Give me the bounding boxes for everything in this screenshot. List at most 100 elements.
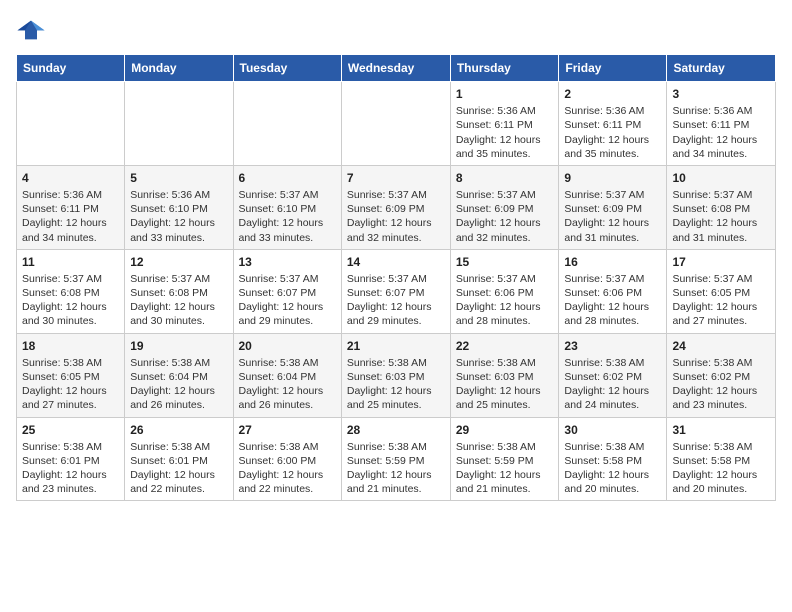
day-info: Sunrise: 5:37 AM [239,188,336,202]
day-info: and 27 minutes. [22,398,119,412]
day-info: and 21 minutes. [347,482,445,496]
day-info: Daylight: 12 hours [347,300,445,314]
day-info: Sunset: 6:04 PM [130,370,227,384]
day-info: Sunset: 6:10 PM [239,202,336,216]
calendar-cell: 12Sunrise: 5:37 AMSunset: 6:08 PMDayligh… [125,249,233,333]
calendar-cell [233,82,341,166]
day-info: Sunset: 5:59 PM [456,454,554,468]
day-info: Daylight: 12 hours [130,384,227,398]
day-info: Daylight: 12 hours [130,300,227,314]
day-info: Sunrise: 5:37 AM [22,272,119,286]
day-info: Sunrise: 5:38 AM [564,440,661,454]
day-info: Sunset: 6:00 PM [239,454,336,468]
day-info: and 26 minutes. [130,398,227,412]
day-info: and 30 minutes. [22,314,119,328]
day-info: Daylight: 12 hours [239,300,336,314]
calendar-cell: 11Sunrise: 5:37 AMSunset: 6:08 PMDayligh… [17,249,125,333]
calendar-cell: 21Sunrise: 5:38 AMSunset: 6:03 PMDayligh… [341,333,450,417]
day-info: and 23 minutes. [22,482,119,496]
column-header-saturday: Saturday [667,55,776,82]
day-info: and 21 minutes. [456,482,554,496]
calendar-cell: 25Sunrise: 5:38 AMSunset: 6:01 PMDayligh… [17,417,125,501]
day-info: Sunrise: 5:37 AM [347,272,445,286]
calendar-cell: 6Sunrise: 5:37 AMSunset: 6:10 PMDaylight… [233,165,341,249]
day-info: Daylight: 12 hours [130,468,227,482]
day-info: Sunset: 6:01 PM [22,454,119,468]
calendar-cell: 30Sunrise: 5:38 AMSunset: 5:58 PMDayligh… [559,417,667,501]
day-info: and 20 minutes. [672,482,770,496]
day-info: Daylight: 12 hours [22,384,119,398]
day-number: 10 [672,170,770,186]
calendar-cell [17,82,125,166]
day-info: Sunrise: 5:36 AM [456,104,554,118]
day-number: 2 [564,86,661,102]
day-info: Daylight: 12 hours [22,216,119,230]
calendar-cell: 27Sunrise: 5:38 AMSunset: 6:00 PMDayligh… [233,417,341,501]
day-info: Sunrise: 5:37 AM [564,188,661,202]
day-info: Sunset: 6:07 PM [347,286,445,300]
day-info: Daylight: 12 hours [456,133,554,147]
logo-icon [16,16,46,44]
day-info: Sunset: 6:09 PM [564,202,661,216]
calendar-cell: 10 Sunrise: 5:37 AMSunset: 6:08 PMDayligh… [667,165,776,249]
day-info: Sunrise: 5:38 AM [130,440,227,454]
calendar-cell: 23Sunrise: 5:38 AMSunset: 6:02 PMDayligh… [559,333,667,417]
day-number: 25 [22,422,119,438]
day-info: Sunset: 6:06 PM [456,286,554,300]
day-info: Sunrise: 5:36 AM [672,104,770,118]
day-info: Sunset: 6:10 PM [130,202,227,216]
day-info: Sunrise: 5:37 AM [672,272,770,286]
day-info: Daylight: 12 hours [239,468,336,482]
calendar-cell: 17Sunrise: 5:37 AMSunset: 6:05 PMDayligh… [667,249,776,333]
day-info: Daylight: 12 hours [672,300,770,314]
day-info: Sunset: 6:08 PM [672,202,770,216]
day-info: Sunset: 6:02 PM [564,370,661,384]
day-info: Sunset: 6:08 PM [22,286,119,300]
day-info: and 31 minutes. [564,231,661,245]
calendar-cell: 2Sunrise: 5:36 AMSunset: 6:11 PMDaylight… [559,82,667,166]
day-info: Sunrise: 5:37 AM [347,188,445,202]
day-info: Daylight: 12 hours [564,468,661,482]
day-number: 4 [22,170,119,186]
day-number: 23 [564,338,661,354]
week-row-1: 1 Sunrise: 5:36 AM Sunset: 6:11 PM Daylight… [17,82,776,166]
day-info: Sunrise: 5:37 AM [672,188,770,202]
day-info: Sunset: 6:09 PM [347,202,445,216]
day-number: 19 [130,338,227,354]
day-number: 18 [22,338,119,354]
week-row-3: 11Sunrise: 5:37 AMSunset: 6:08 PMDayligh… [17,249,776,333]
day-number: 1 [456,86,554,102]
day-number: 9 [564,170,661,186]
day-info: and 23 minutes. [672,398,770,412]
column-header-friday: Friday [559,55,667,82]
day-info: Sunrise: 5:38 AM [22,356,119,370]
calendar-cell: 4 Sunrise: 5:36 AMSunset: 6:11 PMDaylight… [17,165,125,249]
day-info: and 27 minutes. [672,314,770,328]
day-info: Sunrise: 5:38 AM [347,356,445,370]
day-number: 29 [456,422,554,438]
day-number: 20 [239,338,336,354]
day-number: 7 [347,170,445,186]
day-info: Sunset: 6:11 PM [564,118,661,132]
day-info: Sunrise: 5:38 AM [239,356,336,370]
day-info: and 29 minutes. [239,314,336,328]
day-number: 14 [347,254,445,270]
day-info: and 22 minutes. [239,482,336,496]
calendar-cell: 18 Sunrise: 5:38 AMSunset: 6:05 PMDayligh… [17,333,125,417]
day-info: Sunrise: 5:36 AM [130,188,227,202]
calendar-cell: 26Sunrise: 5:38 AMSunset: 6:01 PMDayligh… [125,417,233,501]
day-info: Sunrise: 5:36 AM [22,188,119,202]
day-info: Sunrise: 5:38 AM [130,356,227,370]
calendar-cell: 8Sunrise: 5:37 AMSunset: 6:09 PMDaylight… [450,165,559,249]
day-info: Daylight: 12 hours [672,468,770,482]
calendar-cell: 31Sunrise: 5:38 AMSunset: 5:58 PMDayligh… [667,417,776,501]
day-info: and 20 minutes. [564,482,661,496]
day-info: Sunrise: 5:38 AM [456,356,554,370]
day-info: Sunset: 6:05 PM [22,370,119,384]
day-info: Daylight: 12 hours [672,216,770,230]
day-number: 6 [239,170,336,186]
day-info: Sunset: 6:08 PM [130,286,227,300]
day-info: Sunset: 6:11 PM [22,202,119,216]
day-info: and 35 minutes. [564,147,661,161]
day-number: 13 [239,254,336,270]
